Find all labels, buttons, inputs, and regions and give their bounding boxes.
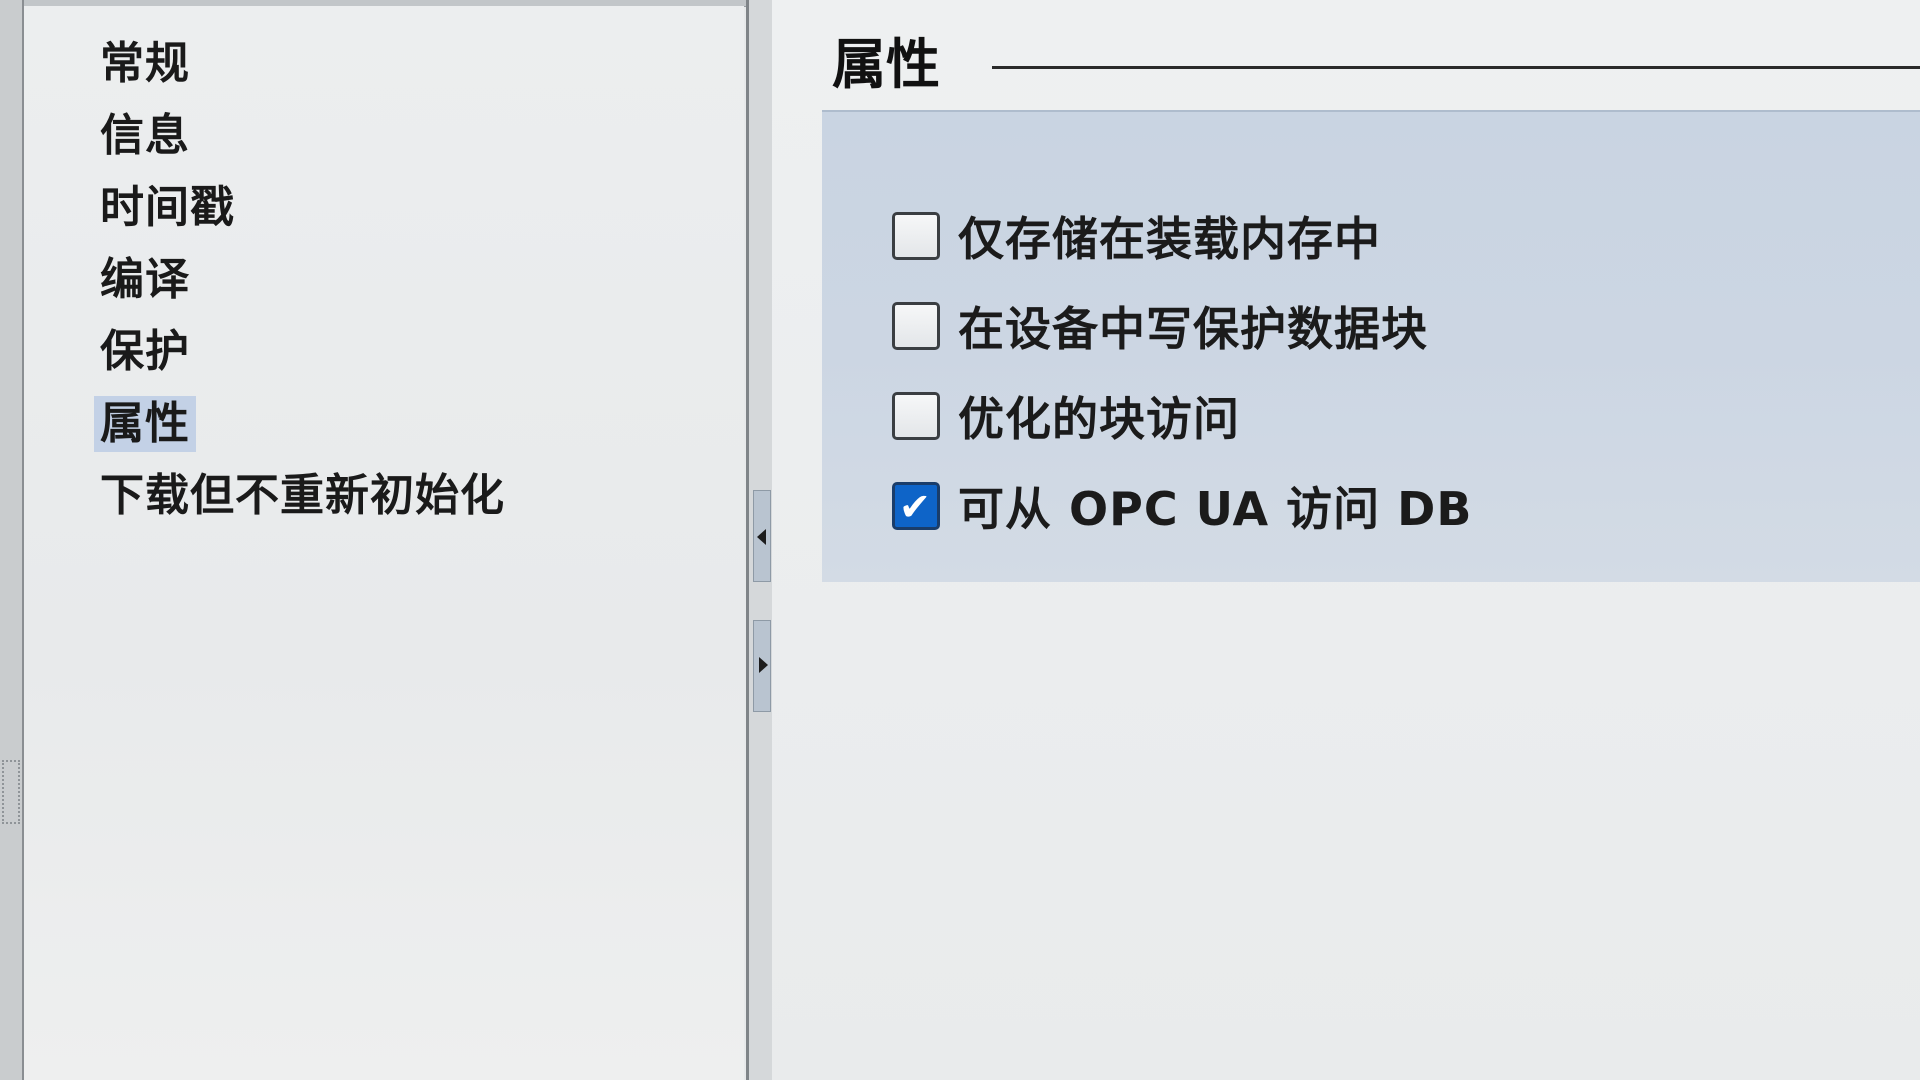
expand-pane-button[interactable] [753, 620, 771, 712]
nav-item-label: 常规 [100, 38, 190, 89]
option-label: 可从 OPC UA 访问 DB [958, 482, 1473, 536]
nav-item-download-without-reinit[interactable]: 下载但不重新初始化 [94, 460, 511, 532]
section-divider [992, 66, 1920, 69]
checkmark-icon: ✔ [899, 485, 931, 529]
option-load-memory-only[interactable]: 仅存储在装载内存中 [892, 204, 1381, 268]
option-opc-ua-access[interactable]: ✔ 可从 OPC UA 访问 DB [892, 474, 1472, 538]
content-pane: 属性 仅存储在装载内存中 在设备中写保护数据块 优化的块访问 ✔ 可从 OPC … [772, 0, 1920, 1080]
nav-item-label: 时间戳 [100, 182, 235, 233]
triangle-right-icon [759, 657, 768, 673]
navigation-list: 常规 信息 时间戳 编译 保护 属性 下载但不重新初始化 [94, 28, 511, 532]
triangle-left-icon [757, 529, 766, 545]
left-window-frame [0, 0, 24, 1080]
section-title: 属性 [832, 33, 940, 96]
checkbox-load-memory-only[interactable] [892, 212, 940, 260]
option-label: 仅存储在装载内存中 [958, 212, 1381, 266]
nav-item-label: 信息 [100, 110, 190, 161]
checkbox-write-protect-db[interactable] [892, 302, 940, 350]
properties-window: 常规 信息 时间戳 编译 保护 属性 下载但不重新初始化 属性 仅存储在装载内存… [0, 0, 1920, 1080]
navigation-pane: 常规 信息 时间戳 编译 保护 属性 下载但不重新初始化 [24, 6, 744, 1080]
checkbox-opc-ua-access[interactable]: ✔ [892, 482, 940, 530]
collapse-pane-button[interactable] [753, 490, 771, 582]
option-label: 在设备中写保护数据块 [958, 302, 1428, 356]
checkbox-optimized-block-access[interactable] [892, 392, 940, 440]
nav-item-timestamps[interactable]: 时间戳 [94, 172, 511, 244]
frame-dotted-marker [2, 760, 20, 824]
attributes-group: 仅存储在装载内存中 在设备中写保护数据块 优化的块访问 ✔ 可从 OPC UA … [822, 110, 1920, 582]
nav-item-general[interactable]: 常规 [94, 28, 511, 100]
pane-splitter[interactable] [746, 0, 775, 1080]
nav-item-compilation[interactable]: 编译 [94, 244, 511, 316]
nav-item-information[interactable]: 信息 [94, 100, 511, 172]
option-optimized-block-access[interactable]: 优化的块访问 [892, 384, 1240, 448]
option-write-protect-db[interactable]: 在设备中写保护数据块 [892, 294, 1428, 358]
nav-item-label: 下载但不重新初始化 [100, 470, 505, 521]
nav-item-protection[interactable]: 保护 [94, 316, 511, 388]
nav-item-label: 属性 [94, 396, 196, 452]
nav-item-attributes[interactable]: 属性 [94, 388, 511, 460]
nav-item-label: 保护 [100, 326, 190, 377]
nav-item-label: 编译 [100, 254, 190, 305]
option-label: 优化的块访问 [958, 392, 1240, 446]
